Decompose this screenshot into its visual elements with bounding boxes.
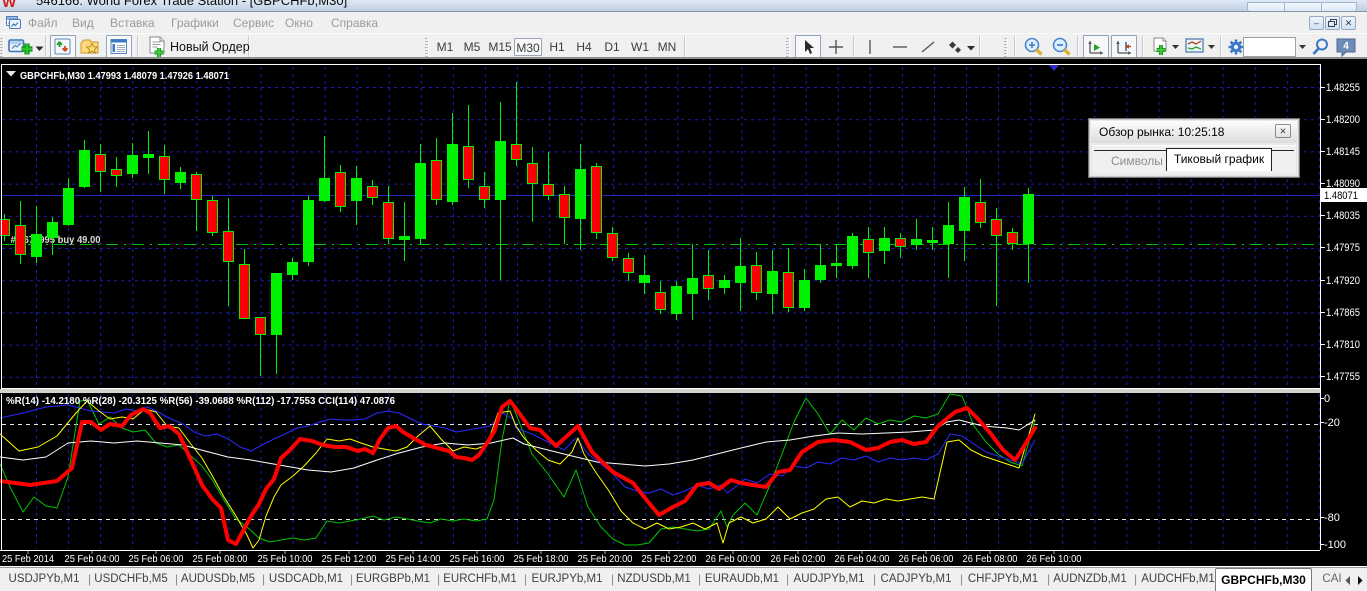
svg-text:25 Feb 2014: 25 Feb 2014 [2,553,54,565]
svg-text:26 Feb 00:00: 26 Feb 00:00 [706,553,761,565]
svg-text:1.48145: 1.48145 [1326,146,1360,158]
svg-text:26 Feb 08:00: 26 Feb 08:00 [963,553,1018,565]
svg-text:26 Feb 10:00: 26 Feb 10:00 [1027,553,1082,565]
svg-text:1.48071: 1.48071 [1324,190,1358,202]
svg-text:25 Feb 20:00: 25 Feb 20:00 [578,553,633,565]
svg-text:1.48035: 1.48035 [1326,210,1360,222]
svg-text:26 Feb 02:00: 26 Feb 02:00 [771,553,826,565]
svg-text:1.48255: 1.48255 [1326,82,1360,94]
svg-text:25 Feb 10:00: 25 Feb 10:00 [258,553,313,565]
svg-text:26 Feb 04:00: 26 Feb 04:00 [835,553,890,565]
svg-text:1.47920: 1.47920 [1326,275,1360,287]
svg-text:%R(14) -14.2180 %R(28) -20.31: %R(14) -14.2180 %R(28) -20.3125 %R(56) -… [6,396,395,407]
svg-text:25 Feb 22:00: 25 Feb 22:00 [642,553,697,565]
svg-text:25 Feb 08:00: 25 Feb 08:00 [193,553,248,565]
svg-text:1.47755: 1.47755 [1326,371,1360,383]
svg-text:25 Feb 18:00: 25 Feb 18:00 [514,553,569,565]
svg-text:25 Feb 14:00: 25 Feb 14:00 [386,553,441,565]
svg-text:0: 0 [1324,393,1330,405]
svg-text:25 Feb 04:00: 25 Feb 04:00 [65,553,120,565]
svg-text:1.47865: 1.47865 [1326,307,1360,319]
svg-text:26 Feb 06:00: 26 Feb 06:00 [899,553,954,565]
svg-text:25 Feb 06:00: 25 Feb 06:00 [129,553,184,565]
svg-text:4: 4 [1343,41,1349,52]
svg-text:25 Feb 12:00: 25 Feb 12:00 [322,553,377,565]
svg-text:-80: -80 [1324,512,1340,524]
svg-text:GBPCHFb,M30 1.47993 1.48079 1: GBPCHFb,M30 1.47993 1.48079 1.47926 1.48… [20,70,229,82]
svg-text:1.47975: 1.47975 [1326,242,1360,254]
svg-text:-20: -20 [1324,417,1340,429]
svg-text:1.48200: 1.48200 [1326,114,1360,126]
svg-text:-100: -100 [1324,539,1346,551]
svg-text:1.47810: 1.47810 [1326,339,1360,351]
svg-text:25 Feb 16:00: 25 Feb 16:00 [450,553,505,565]
